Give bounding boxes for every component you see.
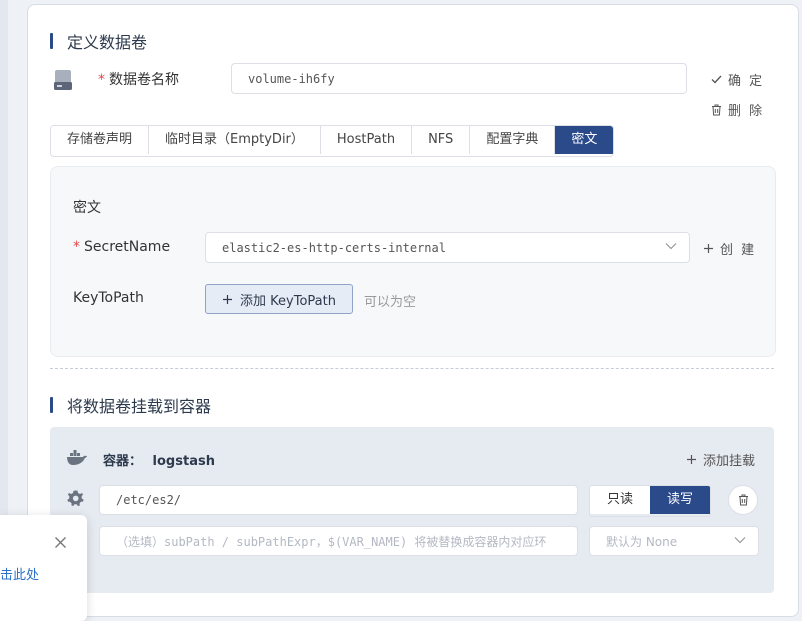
remove-mount-button[interactable] — [728, 485, 758, 515]
optional-hint: 可以为空 — [364, 295, 417, 310]
define-volume-title-text: 定义数据卷 — [67, 33, 148, 52]
plus-icon — [687, 455, 696, 464]
tab-configmap[interactable]: 配置字典 — [470, 126, 556, 154]
add-key-to-path-button[interactable]: 添加 KeyToPath — [205, 284, 353, 314]
access-mode-toggle: 只读 读写 — [589, 485, 711, 517]
disk-icon — [54, 70, 72, 90]
check-icon — [711, 75, 722, 84]
section-title-bar — [50, 397, 53, 413]
plus-icon — [223, 294, 233, 304]
chevron-down-icon — [734, 537, 746, 544]
secret-name-select[interactable]: elastic2-es-http-certs-internal — [205, 232, 690, 263]
add-mount-button[interactable]: 添加挂载 — [686, 450, 755, 469]
section-title-bar — [50, 33, 53, 49]
delete-label: 删 除 — [728, 104, 765, 119]
mount-section-title: 将数据卷挂载到容器 — [50, 393, 211, 417]
volume-name-label: * 数据卷名称 — [98, 69, 179, 89]
mount-path-input[interactable]: /etc/es2/ — [99, 485, 578, 515]
required-mark: * — [98, 72, 105, 88]
tab-nfs[interactable]: NFS — [412, 126, 471, 154]
propagation-placeholder: 默认为 None — [606, 534, 678, 549]
define-volume-section-title: 定义数据卷 — [50, 29, 147, 53]
create-secret-button[interactable]: 创 建 — [703, 239, 756, 258]
gear-icon — [67, 490, 84, 506]
volume-name-input[interactable]: volume-ih6fy — [231, 63, 687, 94]
required-mark: * — [73, 239, 80, 255]
container-info: 容器： logstash — [103, 450, 215, 469]
volume-name-label-text: 数据卷名称 — [109, 72, 179, 88]
add-key-to-path-label: 添加 KeyToPath — [240, 293, 336, 309]
tab-hostpath[interactable]: HostPath — [320, 126, 413, 154]
mount-propagation-select[interactable]: 默认为 None — [589, 526, 759, 556]
trash-icon — [712, 104, 721, 115]
create-label: 创 建 — [720, 243, 757, 258]
secret-panel-heading: 密文 — [73, 200, 101, 216]
docker-icon — [67, 450, 87, 465]
readonly-option[interactable]: 只读 — [590, 486, 650, 514]
container-name: logstash — [152, 454, 215, 469]
toast-link[interactable]: 击此处 — [0, 564, 39, 583]
delete-button[interactable]: 删 除 — [711, 100, 764, 119]
secret-name-label: * SecretName — [73, 239, 170, 255]
mount-section-title-text: 将数据卷挂载到容器 — [67, 397, 212, 416]
readwrite-option[interactable]: 读写 — [650, 486, 710, 514]
tab-secret[interactable]: 密文 — [555, 126, 614, 154]
chevron-down-icon — [665, 243, 677, 250]
notification-toast: 击此处 — [0, 515, 87, 621]
key-to-path-label: KeyToPath — [73, 290, 144, 306]
secret-name-value: elastic2-es-http-certs-internal — [222, 240, 446, 255]
confirm-button[interactable]: 确 定 — [711, 70, 764, 89]
confirm-label: 确 定 — [728, 74, 765, 89]
trash-icon — [738, 494, 748, 506]
tab-pvc[interactable]: 存储卷声明 — [51, 126, 150, 154]
container-label: 容器： — [103, 454, 143, 469]
subpath-input[interactable]: （选填）subPath / subPathExpr，$(VAR_NAME) 将被… — [99, 526, 578, 556]
volume-type-tabs: 存储卷声明 临时目录（EmptyDir） HostPath NFS 配置字典 密… — [50, 125, 615, 157]
secret-name-label-text: SecretName — [84, 239, 171, 255]
tab-emptydir[interactable]: 临时目录（EmptyDir） — [149, 126, 321, 154]
section-divider — [50, 368, 774, 369]
add-mount-label: 添加挂载 — [703, 454, 756, 469]
close-icon[interactable] — [54, 536, 67, 549]
plus-icon — [704, 244, 713, 253]
